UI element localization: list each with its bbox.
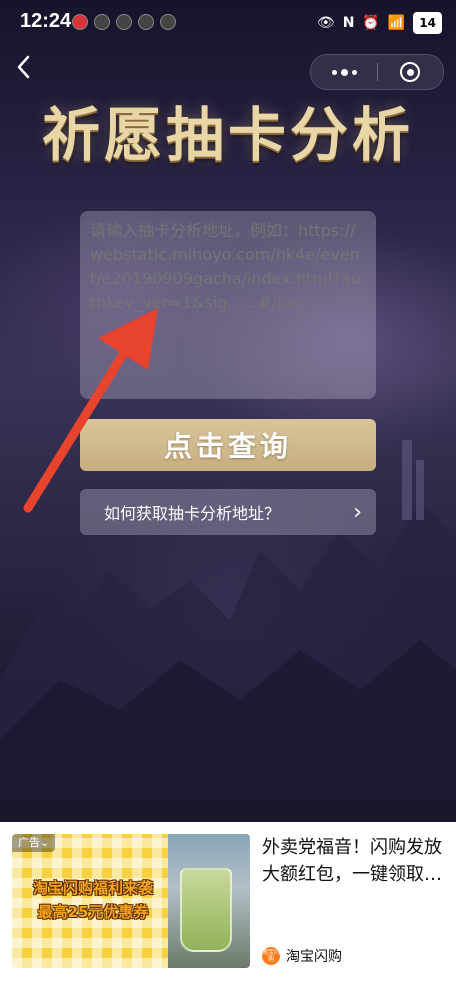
notification-icon — [116, 14, 132, 30]
status-bar: 12:24 👁 N ⏰ 📶 14 — [0, 0, 456, 44]
wifi-icon: 📶 — [387, 15, 406, 31]
ad-brand-name: 淘宝闪购 — [286, 949, 342, 965]
eye-icon: 👁 — [316, 15, 335, 31]
notification-icon — [72, 14, 88, 30]
ad-drink-photo — [168, 834, 250, 968]
status-time: 12:24 — [20, 10, 72, 32]
ad-brand[interactable]: 淘宝闪购 淘宝闪购 — [262, 946, 342, 966]
ad-image[interactable]: 广告⌄ 淘宝闪购福利来袭 最高25元优惠券 — [12, 834, 250, 968]
ad-banner-line1: 淘宝闪购福利来袭 — [32, 879, 153, 897]
ad-banner-text: 淘宝闪购福利来袭 最高25元优惠券 — [18, 876, 168, 928]
ad-banner-line2: 最高25元优惠券 — [37, 903, 149, 921]
drink-cup-icon — [180, 868, 232, 952]
page-title: 祈愿抽卡分析 — [41, 101, 414, 169]
chevron-left-icon — [17, 55, 30, 79]
notification-icon — [138, 14, 154, 30]
mini-program-capsule — [310, 54, 444, 90]
notification-icon — [160, 14, 176, 30]
howto-label: 如何获取抽卡分析地址？ — [104, 504, 281, 523]
taobao-logo-icon: 淘宝闪购 — [262, 947, 281, 965]
howto-link[interactable]: 如何获取抽卡分析地址？ › — [80, 489, 376, 535]
more-dots-icon[interactable] — [311, 55, 377, 89]
ad-title[interactable]: 外卖党福音！闪购发放大额红包，一键领取… — [262, 834, 448, 888]
chevron-right-icon: › — [353, 499, 362, 525]
url-input[interactable] — [80, 211, 376, 399]
query-button[interactable]: 点击查询 — [80, 419, 376, 471]
close-target-icon[interactable] — [377, 55, 443, 89]
ad-tag[interactable]: 广告⌄ — [12, 834, 56, 852]
back-button[interactable] — [14, 54, 44, 88]
notification-icon — [94, 14, 110, 30]
ad-banner[interactable]: 广告⌄ 淘宝闪购福利来袭 最高25元优惠券 外卖党福音！闪购发放大额红包，一键领… — [0, 822, 456, 982]
alarm-icon: ⏰ — [362, 15, 380, 31]
nfc-icon: N — [342, 15, 355, 31]
battery-icon: 14 — [413, 12, 442, 34]
